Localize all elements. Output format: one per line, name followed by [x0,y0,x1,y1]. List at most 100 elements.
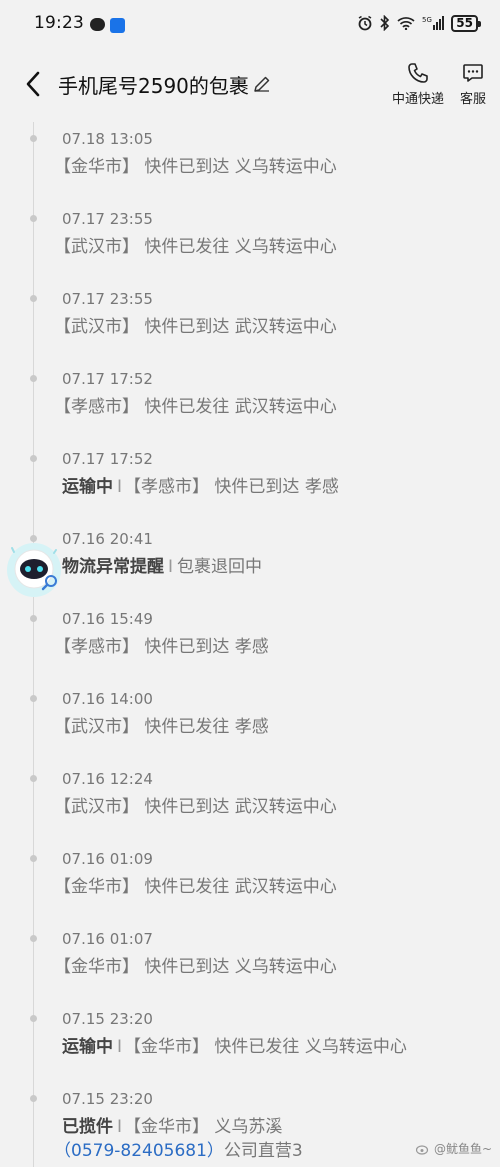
event-description: 【孝感市】 快件已发往 武汉转运中心 [54,395,500,419]
event-time: 07.16 14:00 [62,690,153,708]
timeline-dot [30,1095,37,1102]
timeline-dot [30,1015,37,1022]
event-text: 【金华市】 快件已到达 义乌转运中心 [54,957,337,977]
event-text: 【武汉市】 快件已到达 武汉转运中心 [54,797,337,817]
timeline-event: 07.16 01:07 【金华市】 快件已到达 义乌转运中心 [0,922,500,1002]
timeline-event: 07.16 14:00 【武汉市】 快件已发往 孝感 [0,682,500,762]
timeline-dot [30,295,37,302]
event-status: 运输中 [62,477,113,497]
event-status: 运输中 [62,1037,113,1057]
event-description: 【金华市】 快件已发往 武汉转运中心 [54,875,500,899]
event-text: 【武汉市】 快件已到达 武汉转运中心 [54,317,337,337]
event-time: 07.18 13:05 [62,130,153,148]
timeline-dot [30,215,37,222]
timeline-dot [30,855,37,862]
chat-bubble-icon [90,17,105,31]
timeline-event: 07.16 12:24 【武汉市】 快件已到达 武汉转运中心 [0,762,500,842]
event-time: 07.16 01:07 [62,930,153,948]
timeline-dot [30,695,37,702]
tracking-timeline: 07.18 13:05 【金华市】 快件已到达 义乌转运中心 07.17 23:… [0,122,500,1167]
event-description: 【武汉市】 快件已发往 义乌转运中心 [54,235,500,259]
status-separator: I [117,1037,123,1057]
alarm-icon [357,15,373,31]
status-bar: 19:23 5G 55 [0,0,500,46]
event-description: 【孝感市】 快件已到达 孝感 [54,635,500,659]
event-text: 包裹退回中 [177,557,263,577]
event-status: 已揽件 [62,1117,113,1137]
timeline-event: 07.16 15:49 【孝感市】 快件已到达 孝感 [0,602,500,682]
timeline-dot [30,135,37,142]
assistant-robot-button[interactable] [4,540,64,600]
timeline-event: 07.17 17:52 运输中 I 【孝感市】 快件已到达 孝感 [0,442,500,522]
event-text: 【武汉市】 快件已发往 义乌转运中心 [54,237,337,257]
event-text: 【孝感市】 快件已发往 武汉转运中心 [54,397,337,417]
watermark: @鱿鱼鱼~ [415,1140,492,1157]
event-text: 【金华市】 快件已发往 义乌转运中心 [124,1037,407,1057]
event-description: 运输中 I 【金华市】 快件已发往 义乌转运中心 [62,1035,500,1059]
signal-icon: 5G [422,15,445,31]
event-text: 【武汉市】 快件已发往 孝感 [54,717,269,737]
event-text: 【金华市】 义乌苏溪 [124,1117,283,1137]
timeline-event: 07.17 17:52 【孝感市】 快件已发往 武汉转运中心 [0,362,500,442]
weibo-icon [415,1144,429,1155]
event-time: 07.17 23:55 [62,210,153,228]
timeline-dot [30,455,37,462]
event-extra: 公司直营3 [223,1141,303,1161]
event-time: 07.16 01:09 [62,850,153,868]
event-time: 07.16 15:49 [62,610,153,628]
courier-label: 中通快递 [391,92,444,107]
event-time: 07.17 17:52 [62,450,153,468]
app-notification-icon [110,17,125,33]
event-status: 物流异常提醒 [62,557,164,577]
courier-call-button[interactable]: 中通快递 [392,61,444,107]
event-text: 【金华市】 快件已发往 武汉转运中心 [54,877,337,897]
phone-icon [407,61,429,85]
tracking-page: 19:23 5G 55 手机尾号2590的包裹 中通快递 客服 07.18 13… [0,0,500,1167]
event-description: 【武汉市】 快件已发往 孝感 [54,715,500,739]
bluetooth-icon [380,15,390,31]
event-description: 【金华市】 快件已到达 义乌转运中心 [54,955,500,979]
event-time: 07.16 12:24 [62,770,153,788]
event-description: 运输中 I 【孝感市】 快件已到达 孝感 [62,475,500,499]
timeline-dot [30,375,37,382]
timeline-event: 07.18 13:05 【金华市】 快件已到达 义乌转运中心 [0,122,500,202]
event-description: 【金华市】 快件已到达 义乌转运中心 [54,155,500,179]
status-separator: I [168,557,174,577]
event-description: 【武汉市】 快件已到达 武汉转运中心 [54,315,500,339]
page-title: 手机尾号2590的包裹 [58,73,249,98]
battery-indicator: 55 [451,14,481,32]
event-text: 【孝感市】 快件已到达 孝感 [54,637,269,657]
pencil-icon [252,74,272,94]
status-icons: 5G 55 [357,14,481,32]
robot-icon [7,543,61,597]
header-actions: 中通快递 客服 [392,61,486,107]
status-time: 19:23 [34,13,84,33]
chevron-left-icon [26,71,40,97]
event-time: 07.16 20:41 [62,530,153,548]
station-phone-link[interactable]: （0579-82405681） [54,1141,224,1161]
package-title-edit[interactable]: 手机尾号2590的包裹 [58,70,272,99]
event-text: 【孝感市】 快件已到达 孝感 [124,477,339,497]
event-description: 【武汉市】 快件已到达 武汉转运中心 [54,795,500,819]
event-description: 物流异常提醒 I 包裹退回中 [62,555,500,579]
service-label: 客服 [459,92,486,107]
timeline-event: 07.15 23:20 运输中 I 【金华市】 快件已发往 义乌转运中心 [0,1002,500,1082]
timeline-event: 07.17 23:55 【武汉市】 快件已到达 武汉转运中心 [0,282,500,362]
event-time: 07.17 17:52 [62,370,153,388]
customer-service-button[interactable]: 客服 [460,61,486,107]
wifi-icon [397,16,415,30]
timeline-event: 07.16 20:41 物流异常提醒 I 包裹退回中 [0,522,500,602]
app-header: 手机尾号2590的包裹 中通快递 客服 [0,46,500,122]
event-text: 【金华市】 快件已到达 义乌转运中心 [54,157,337,177]
watermark-text: @鱿鱼鱼~ [433,1142,492,1156]
chat-icon [462,61,484,85]
timeline-event: 07.17 23:55 【武汉市】 快件已发往 义乌转运中心 [0,202,500,282]
timeline-dot [30,775,37,782]
timeline-dot [30,935,37,942]
timeline-dot [30,615,37,622]
event-time: 07.17 23:55 [62,290,153,308]
status-separator: I [117,477,123,497]
back-button[interactable] [16,67,50,101]
event-time: 07.15 23:20 [62,1090,153,1108]
status-separator: I [117,1117,123,1137]
